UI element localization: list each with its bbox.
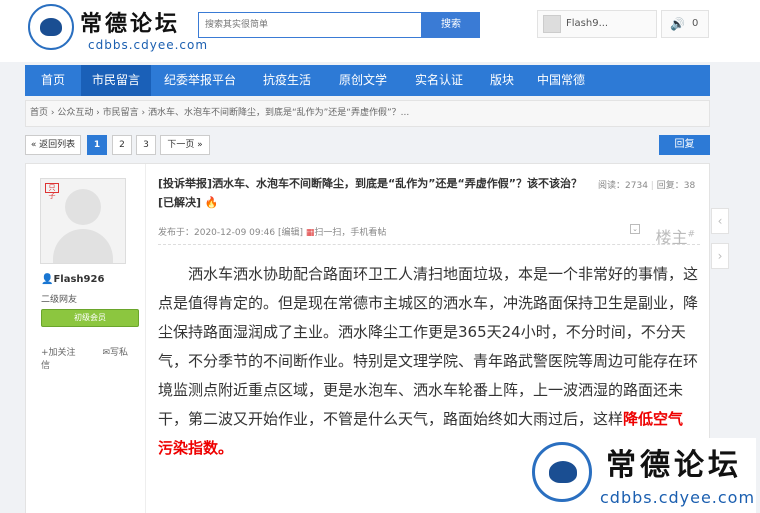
user-menu[interactable]: Flash9... — [537, 10, 657, 38]
notification-count: 0 — [692, 18, 699, 29]
avatar-body-icon — [53, 229, 113, 263]
main-nav: 首页 市民留言 纪委举报平台 抗疫生活 原创文学 实名认证 版块 中国常德 — [25, 65, 710, 96]
post-status: [已解决] — [158, 196, 202, 209]
follow-button[interactable]: +加关注 — [41, 348, 88, 358]
back-to-list-button[interactable]: « 返回列表 — [25, 135, 81, 155]
watermark-title: 常德论坛 — [606, 448, 742, 483]
site-header: 常德论坛 cdbbs.cdyee.com 搜索 Flash9... 🔊 0 — [0, 0, 760, 62]
nav-item-home[interactable]: 首页 — [25, 65, 81, 96]
speaker-icon: 🔊 — [670, 17, 685, 31]
nav-item-citizen-message[interactable]: 市民留言 — [81, 65, 151, 96]
nav-item-boards[interactable]: 版块 — [479, 65, 525, 96]
author-name-text: Flash926 — [53, 274, 105, 285]
post-meta: 发布于：2020-12-09 09:46 [编辑] ▦扫一扫，手机看帖 — [158, 225, 386, 238]
post-title: [投诉举报]洒水车、水泡车不间断降尘，到底是“乱作为”还是“弄虚作假”？该不该治… — [158, 174, 588, 212]
avatar-tag: 只子 — [45, 183, 59, 200]
post-body: 洒水车洒水协助配合路面环卫工人清扫地面垃圾，本是一个非常好的事情，这点是值得肯定… — [158, 260, 698, 463]
nav-item-real-name[interactable]: 实名认证 — [403, 65, 475, 96]
author-badge: 初级会员 — [41, 309, 139, 327]
replies-label: 回复： — [656, 181, 684, 191]
nav-item-report-platform[interactable]: 纪委举报平台 — [156, 65, 244, 96]
watermark-domain: cdbbs.cdyee.com — [600, 488, 756, 507]
divider — [158, 244, 700, 245]
post-title-tag[interactable]: [投诉举报] — [158, 177, 212, 190]
views-label: 阅读： — [598, 181, 626, 191]
search-button[interactable]: 搜索 — [422, 12, 480, 38]
replies-count: 38 — [683, 181, 696, 191]
next-page-button[interactable]: 下一页 » — [160, 135, 210, 155]
floor-toggle-icon[interactable]: ⌄ — [630, 224, 640, 234]
post-date: 发布于：2020-12-09 09:46 — [158, 228, 276, 238]
edit-link[interactable]: [编辑] — [278, 228, 303, 238]
watermark-emblem-icon — [532, 442, 592, 502]
author-actions: +加关注 ✉写私信 — [41, 345, 145, 371]
page-2-button[interactable]: 2 — [112, 135, 132, 155]
page-1-button[interactable]: 1 — [87, 135, 107, 155]
follow-label: 加关注 — [48, 348, 76, 358]
next-arrow-icon[interactable]: › — [711, 243, 729, 269]
author-level: 二级网友 — [41, 295, 78, 305]
nav-item-china-changde[interactable]: 中国常德 — [531, 65, 591, 96]
search-input[interactable] — [199, 13, 421, 37]
breadcrumb: 首页 › 公众互动 › 市民留言 › 洒水车、水泡车不间断降尘，到底是“乱作为”… — [25, 100, 710, 127]
nav-item-epidemic-life[interactable]: 抗疫生活 — [251, 65, 323, 96]
logo-title: 常德论坛 — [80, 11, 181, 37]
search-box — [198, 12, 422, 38]
reply-button[interactable]: 回复 — [659, 135, 710, 155]
views-count: 2734 — [625, 181, 648, 191]
post-title-text: 洒水车、水泡车不间断降尘，到底是“乱作为”还是“弄虚作假”？该不该治？ — [212, 177, 582, 190]
logo-emblem-icon — [28, 4, 74, 50]
author-name[interactable]: 👤Flash926 — [41, 274, 104, 285]
logo-domain: cdbbs.cdyee.com — [88, 38, 209, 52]
prev-arrow-icon[interactable]: ‹ — [711, 208, 729, 234]
scan-link[interactable]: 扫一扫，手机看帖 — [314, 228, 386, 238]
user-avatar — [543, 15, 561, 33]
avatar-head-icon — [65, 189, 101, 225]
author-panel: 只子 👤Flash926 二级网友 初级会员 +加关注 ✉写私信 — [26, 164, 146, 513]
floor-mark: # — [687, 229, 695, 240]
post-stats: 阅读：2734 | 回复：38 — [598, 181, 696, 191]
page-3-button[interactable]: 3 — [136, 135, 156, 155]
notification-button[interactable]: 🔊 0 — [661, 10, 709, 38]
fire-icon: 🔥 — [204, 196, 219, 209]
author-avatar[interactable]: 只子 — [40, 178, 126, 264]
post-body-text: 洒水车洒水协助配合路面环卫工人清扫地面垃圾，本是一个非常好的事情，这点是值得肯定… — [158, 265, 699, 428]
user-name: Flash9... — [566, 18, 609, 29]
watermark: 常德论坛 cdbbs.cdyee.com — [530, 438, 756, 513]
site-logo[interactable]: 常德论坛 cdbbs.cdyee.com — [28, 4, 207, 58]
nav-item-original-literature[interactable]: 原创文学 — [327, 65, 399, 96]
